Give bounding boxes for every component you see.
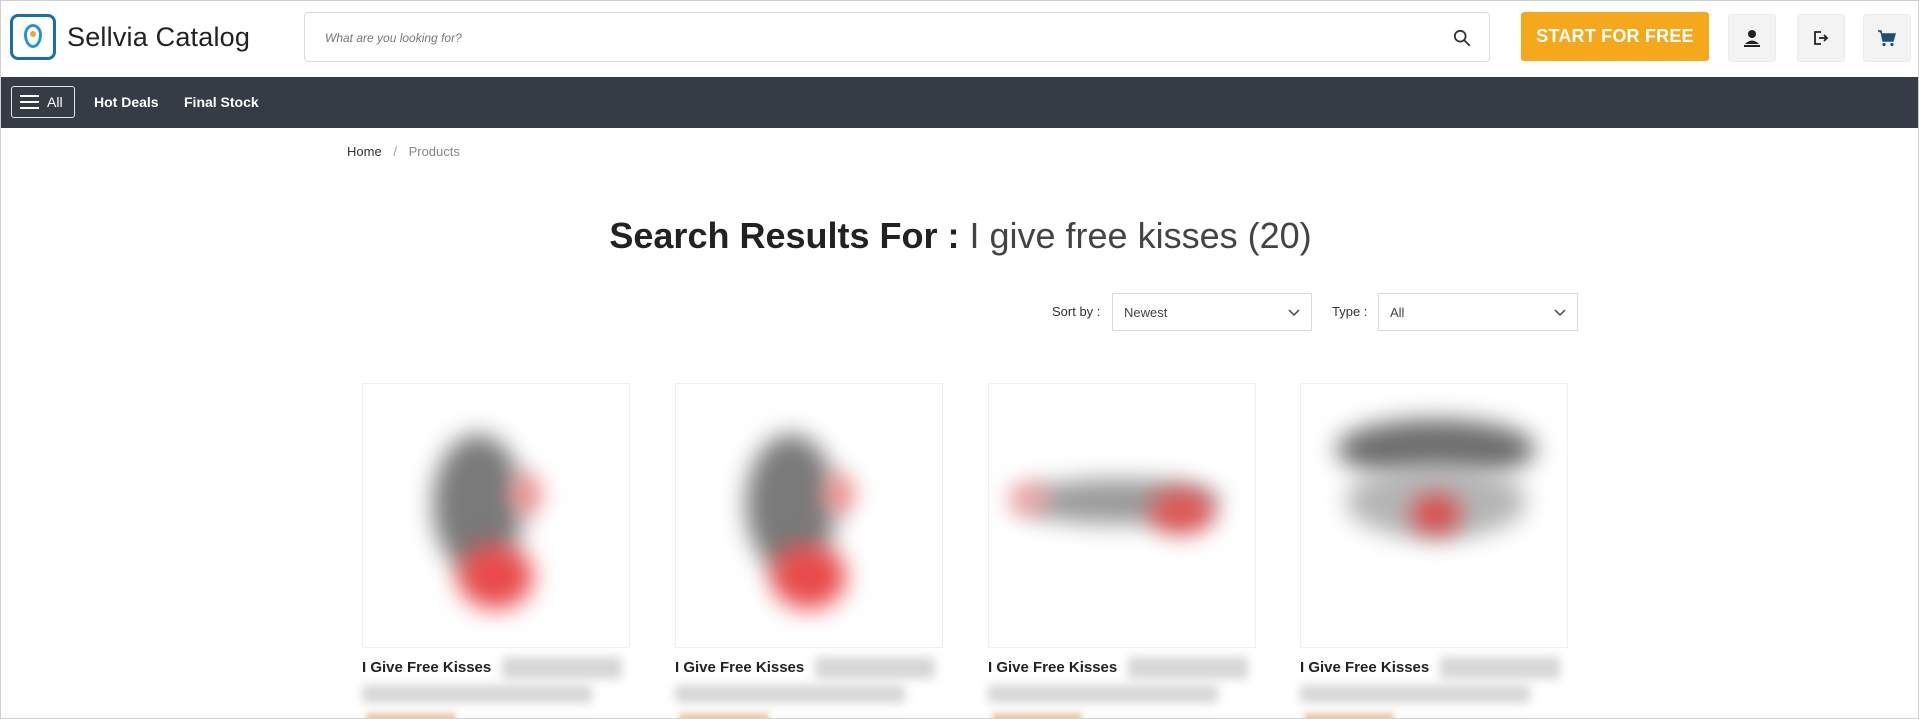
product-image[interactable] <box>1300 383 1568 648</box>
nav-link-hot-deals[interactable]: Hot Deals <box>94 94 159 110</box>
sort-by-value: Newest <box>1124 304 1168 320</box>
product-image[interactable] <box>988 383 1256 648</box>
rating-stars <box>1304 713 1394 718</box>
breadcrumb-separator: / <box>393 144 397 159</box>
logo-text: Sellvia Catalog <box>67 21 251 52</box>
product-image[interactable] <box>362 383 630 648</box>
logout-button[interactable] <box>1797 14 1845 62</box>
all-label: All <box>47 94 63 110</box>
product-card[interactable]: I Give Free Kisses <box>988 383 1256 718</box>
page-frame: Sellvia Catalog START FOR FREE <box>0 0 1919 719</box>
product-image[interactable] <box>675 383 943 648</box>
cart-button[interactable] <box>1863 14 1911 62</box>
breadcrumb-home[interactable]: Home <box>347 144 382 159</box>
nav-link-final-stock[interactable]: Final Stock <box>184 94 259 110</box>
product-card[interactable]: I Give Free Kisses <box>675 383 943 718</box>
rating-stars <box>992 713 1082 718</box>
search-input[interactable] <box>323 25 1423 51</box>
sort-by-select[interactable]: Newest <box>1112 293 1312 331</box>
logo-pin-icon <box>10 14 56 60</box>
breadcrumb: Home / Products <box>347 144 460 159</box>
product-card[interactable]: I Give Free Kisses <box>1300 383 1568 718</box>
product-title[interactable]: I Give Free Kisses <box>362 659 491 676</box>
product-card[interactable]: I Give Free Kisses <box>362 383 630 718</box>
product-title[interactable]: I Give Free Kisses <box>1300 659 1429 676</box>
product-title[interactable]: I Give Free Kisses <box>675 659 804 676</box>
search-bar <box>304 12 1490 62</box>
results-query: I give free kisses (20) <box>969 215 1312 256</box>
product-title[interactable]: I Give Free Kisses <box>988 659 1117 676</box>
category-navbar: All Hot Deals Final Stock <box>1 77 1918 128</box>
breadcrumb-current: Products <box>408 144 460 159</box>
logo[interactable]: Sellvia Catalog <box>10 14 250 60</box>
cart-icon <box>1878 30 1896 47</box>
results-label: Search Results For : <box>609 215 960 256</box>
rating-stars <box>679 713 769 718</box>
start-for-free-button[interactable]: START FOR FREE <box>1521 12 1709 61</box>
all-categories-button[interactable]: All <box>11 86 75 118</box>
sort-by-label: Sort by : <box>1052 304 1101 319</box>
type-label: Type : <box>1332 304 1368 319</box>
type-value: All <box>1390 304 1405 320</box>
user-icon <box>1744 30 1760 47</box>
hamburger-icon <box>20 95 39 109</box>
rating-stars <box>366 713 456 718</box>
logout-icon <box>1814 31 1829 45</box>
type-select[interactable]: All <box>1378 293 1578 331</box>
page-title: Search Results For : I give free kisses … <box>1 215 1918 257</box>
chevron-down-icon <box>1288 309 1300 317</box>
account-button[interactable] <box>1728 14 1776 62</box>
search-icon[interactable] <box>1453 29 1471 47</box>
chevron-down-icon <box>1554 309 1566 317</box>
top-header: Sellvia Catalog START FOR FREE <box>1 1 1918 77</box>
